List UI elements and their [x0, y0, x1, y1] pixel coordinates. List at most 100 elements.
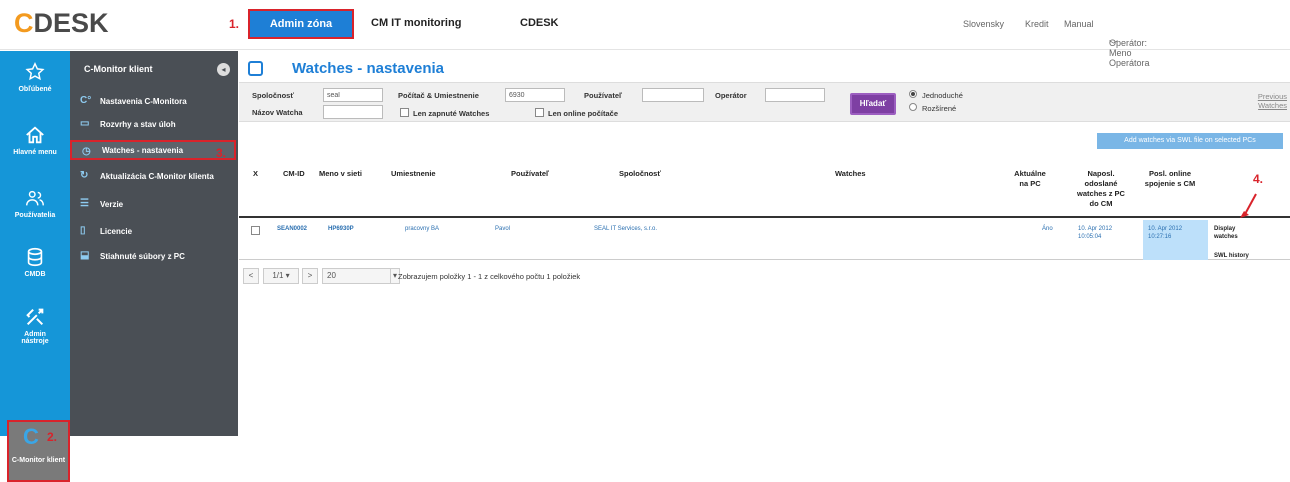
- rail-cmdb[interactable]: CMDB: [0, 246, 70, 278]
- watch-name-label: Názov Watcha: [252, 108, 303, 117]
- mode-simple-label: Jednoduché: [922, 91, 963, 100]
- mode-simple-radio[interactable]: [909, 90, 917, 98]
- sidebar-item-schedules[interactable]: ▭ Rozvrhy a stav úloh: [70, 114, 238, 134]
- icon-rail: Obľúbené Hlavné menu Používatelia CMDB A…: [0, 51, 70, 482]
- tab-cdesk[interactable]: CDESK: [520, 17, 559, 29]
- only-enabled-checkbox[interactable]: [400, 108, 409, 117]
- annotation-arrow: [1240, 193, 1257, 218]
- database-icon: [27, 247, 43, 267]
- col-header-last-sent[interactable]: Naposl. odoslané watches z PC do CM: [1076, 169, 1126, 209]
- language-link[interactable]: Slovensky: [963, 19, 1004, 29]
- sidebar-item-label: Licencie: [100, 227, 133, 236]
- col-header-location[interactable]: Umiestnenie: [391, 169, 436, 179]
- user-label: Používateľ: [584, 91, 622, 100]
- sidebar-item-label: Watches - nastavenia: [102, 146, 184, 155]
- col-header-user[interactable]: Používateľ: [511, 169, 549, 179]
- sidebar-item-update[interactable]: ↻ Aktualizácia C-Monitor klienta: [70, 166, 238, 186]
- pager-prev-button[interactable]: <: [243, 268, 259, 284]
- cell-user: Pavol: [495, 226, 511, 232]
- pager-page-select[interactable]: 1/1 ▾: [263, 268, 299, 284]
- sidebar-item-versions[interactable]: ☰ Verzie: [70, 194, 238, 214]
- cdesk-logo[interactable]: CDESK: [14, 8, 109, 39]
- download-icon: ⬓: [80, 250, 90, 261]
- col-header-watches[interactable]: Watches: [835, 169, 866, 179]
- tab-cm-it-monitoring[interactable]: CM IT monitoring: [371, 17, 461, 29]
- add-swl-button[interactable]: Add watches via SWL file on selected PCs: [1097, 133, 1283, 149]
- rail-users[interactable]: Používatelia: [0, 187, 70, 219]
- operator-label: Operátor: [715, 91, 747, 100]
- menu-title: C-Monitor klient: [84, 64, 153, 74]
- swl-history-link[interactable]: SWL history: [1214, 252, 1274, 260]
- sidebar-item-settings[interactable]: C° Nastavenia C-Monitora: [70, 91, 238, 111]
- cell-name[interactable]: HP6930P: [328, 225, 354, 233]
- cell-company: SEAL IT Services, s.r.o.: [594, 226, 658, 232]
- col-header-last-online[interactable]: Posl. online spojenie s CM: [1141, 169, 1199, 189]
- col-header-current[interactable]: Aktuálne na PC: [1010, 169, 1050, 189]
- sidebar-item-label: Verzie: [100, 200, 124, 209]
- license-icon: ▯: [80, 225, 86, 236]
- c-logo-icon: C: [23, 424, 39, 449]
- sidebar-item-label: Nastavenia C-Monitora: [100, 97, 187, 106]
- watch-icon: ◷: [82, 146, 91, 157]
- sidebar-item-label: Aktualizácia C-Monitor klienta: [100, 172, 214, 181]
- rail-label: Používatelia: [14, 212, 56, 219]
- mode-advanced-radio[interactable]: [909, 103, 917, 111]
- computer-label: Počítač & Umiestnenie: [398, 91, 479, 100]
- sidebar-menu: C-Monitor klient ◂ C° Nastavenia C-Monito…: [70, 51, 238, 436]
- list-icon: ☰: [80, 198, 89, 209]
- col-header-cmid[interactable]: CM-ID: [283, 169, 305, 179]
- only-online-checkbox[interactable]: [535, 108, 544, 117]
- rail-admin-tools[interactable]: Admin nástroje: [0, 306, 70, 345]
- operator-input[interactable]: [765, 88, 825, 102]
- table-header: X CM-ID Meno v sieti Umiestnenie Používa…: [239, 152, 1290, 218]
- rail-label: C-Monitor klient: [11, 457, 66, 464]
- rail-label: Admin nástroje: [21, 331, 49, 345]
- previous-watches-link[interactable]: Previous Watches: [1253, 92, 1287, 110]
- search-button[interactable]: Hľadať: [850, 93, 896, 115]
- only-enabled-label: Len zapnuté Watches: [413, 109, 490, 118]
- display-watches-link[interactable]: Display watches: [1214, 225, 1248, 241]
- home-icon: [26, 126, 44, 144]
- collapse-icon[interactable]: ◂: [217, 63, 230, 76]
- user-input[interactable]: [642, 88, 704, 102]
- star-icon: [25, 62, 45, 81]
- sidebar-item-label: Rozvrhy a stav úloh: [100, 120, 176, 129]
- cell-cmid[interactable]: SEAN0002: [277, 225, 307, 233]
- only-online-label: Len online počítače: [548, 109, 619, 118]
- cell-last-online: 10. Apr 2012 10:27:16: [1148, 226, 1183, 240]
- table-row[interactable]: SEAN0002 HP6930P pracovny BA Pavol SEAL …: [239, 220, 1290, 260]
- tab-admin-zone[interactable]: Admin zóna: [248, 9, 354, 39]
- annotation-1: 1.: [229, 17, 240, 31]
- manual-link[interactable]: Manual: [1064, 19, 1094, 29]
- credit-link[interactable]: Kredit: [1025, 19, 1049, 29]
- rail-label: Hlavné menu: [13, 149, 57, 156]
- col-header-company[interactable]: Spoločnosť: [619, 169, 661, 179]
- col-header-name[interactable]: Meno v sieti: [319, 169, 362, 179]
- company-input[interactable]: [323, 88, 383, 102]
- sidebar-item-watches[interactable]: ◷ Watches - nastavenia 3.: [70, 140, 236, 160]
- rail-label: CMDB: [24, 271, 46, 278]
- col-header-x[interactable]: X: [253, 169, 258, 179]
- rail-label: Obľúbené: [18, 86, 52, 93]
- pager-page-value: 1/1: [272, 271, 284, 280]
- rail-main-menu[interactable]: Hlavné menu: [0, 124, 70, 156]
- refresh-icon: ↻: [80, 170, 89, 181]
- sidebar-item-licenses[interactable]: ▯ Licencie: [70, 221, 238, 241]
- rail-c-monitor-client[interactable]: C 2. C-Monitor klient: [7, 420, 70, 482]
- pager-next-button[interactable]: >: [302, 268, 318, 284]
- mode-advanced-label: Rozšírené: [922, 104, 957, 113]
- page-size-select[interactable]: 20: [322, 268, 392, 284]
- page-title: Watches - nastavenia: [292, 60, 444, 77]
- rail-favorites[interactable]: Obľúbené: [0, 61, 70, 93]
- pager-status: Zobrazujem položky 1 - 1 z celkového poč…: [398, 272, 581, 281]
- calendar-icon: ▭: [80, 118, 90, 129]
- watch-name-input[interactable]: [323, 105, 383, 119]
- cell-last-online-bg: 10. Apr 2012 10:27:16: [1143, 220, 1208, 260]
- annotation-2: 2.: [47, 430, 58, 444]
- filter-panel: Spoločnosť Počítač & Umiestnenie Používa…: [239, 82, 1290, 122]
- row-checkbox[interactable]: [251, 226, 260, 235]
- computer-input[interactable]: [505, 88, 565, 102]
- sidebar-item-downloads[interactable]: ⬓ Stiahnuté súbory z PC: [70, 246, 238, 266]
- cell-last-sent: 10. Apr 2012 10:05:04: [1078, 226, 1113, 240]
- cell-location: pracovny BA: [405, 226, 440, 232]
